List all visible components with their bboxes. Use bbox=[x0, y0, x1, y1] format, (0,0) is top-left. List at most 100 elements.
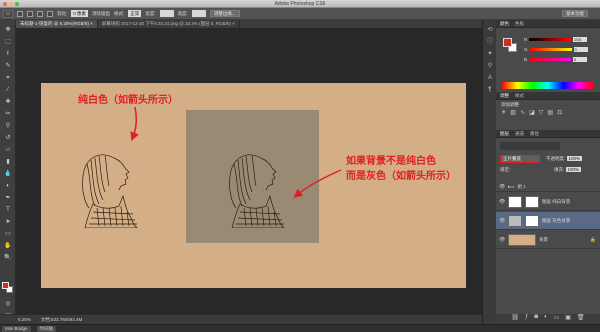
subtract-selection-icon[interactable] bbox=[37, 10, 43, 17]
foreground-color-swatch[interactable] bbox=[2, 282, 9, 289]
paragraph-panel-icon[interactable]: ¶ bbox=[486, 86, 494, 94]
clone-stamp-tool-icon[interactable]: ⚲ bbox=[3, 122, 13, 130]
clone-source-panel-icon[interactable]: ⚲ bbox=[486, 62, 494, 70]
document-canvas[interactable]: 纯白色（如箭头所示） 如果背景不是纯白色 而是灰色（如箭头所示） bbox=[41, 83, 466, 288]
add-selection-icon[interactable] bbox=[27, 10, 33, 17]
visibility-eye-icon[interactable]: 👁 bbox=[499, 199, 505, 205]
fill-control[interactable]: 填充: 100% bbox=[554, 167, 582, 173]
annotation-gray: 而是灰色（如箭头所示） bbox=[346, 171, 456, 182]
options-bar: ▭ 羽化: 0 像素 消除锯齿 样式: 正常 宽度: 高度: 调整边缘... bbox=[0, 8, 600, 20]
tab-mini-bridge[interactable]: Mini Bridge bbox=[2, 325, 31, 332]
quick-mask-icon[interactable]: ◎ bbox=[3, 300, 13, 308]
layer-filter[interactable] bbox=[500, 142, 560, 150]
opacity-control[interactable]: 不透明度: 100% bbox=[546, 156, 583, 162]
path-select-tool-icon[interactable]: ➤ bbox=[3, 218, 13, 226]
hand-tool-icon[interactable]: ✋ bbox=[3, 242, 13, 250]
app-title: Adobe Photoshop CS6 bbox=[274, 1, 326, 7]
tab-layers[interactable]: 图层 bbox=[500, 131, 509, 137]
vibrance-icon[interactable]: ▽ bbox=[539, 109, 544, 116]
levels-icon[interactable]: ▥ bbox=[510, 109, 516, 116]
eraser-tool-icon[interactable]: ▱ bbox=[3, 146, 13, 154]
color-panel-fg-swatch[interactable] bbox=[503, 38, 512, 47]
type-tool-icon[interactable]: T bbox=[3, 206, 13, 214]
layer-row-white[interactable]: 👁 图层 纯白背景 bbox=[496, 193, 600, 211]
style-select[interactable]: 正常 bbox=[128, 10, 142, 17]
exposure-icon[interactable]: ◪ bbox=[529, 109, 535, 116]
right-dock: 颜色 色板 R 255 G 0 B 0 调整 样式 添加调整 ☀ ▥ ∿ ◪ ▽… bbox=[496, 20, 600, 324]
green-slider[interactable] bbox=[529, 47, 572, 51]
visibility-eye-icon[interactable]: 👁 bbox=[499, 237, 505, 243]
layer-mask-thumbnail[interactable] bbox=[525, 195, 539, 208]
workspace: 纯白色（如箭头所示） 如果背景不是纯白色 而是灰色（如箭头所示） bbox=[16, 28, 482, 324]
arrow-to-gray bbox=[293, 169, 342, 198]
blend-mode-select[interactable]: 正片叠底 bbox=[500, 155, 540, 163]
new-adjustment-icon[interactable]: ◐ bbox=[544, 314, 548, 324]
blur-tool-icon[interactable]: 💧 bbox=[3, 170, 13, 178]
curves-icon[interactable]: ∿ bbox=[520, 109, 525, 116]
layer-thumbnail bbox=[508, 195, 522, 208]
new-group-icon[interactable]: ▭ bbox=[554, 314, 560, 324]
hue-saturation-icon[interactable]: ▤ bbox=[547, 109, 553, 116]
tab-channels[interactable]: 通道 bbox=[515, 131, 524, 137]
fx-icon[interactable]: ƒ bbox=[525, 314, 528, 324]
layers-panel: 正片叠底 不透明度: 100% 锁定: 填充: 100% 👁 ▸▭ 组 1 👁 … bbox=[496, 138, 600, 324]
feather-label: 羽化: bbox=[57, 10, 68, 16]
layer-row-group[interactable]: 👁 ▸▭ 组 1 bbox=[496, 182, 600, 192]
red-slider[interactable] bbox=[529, 37, 572, 41]
healing-brush-tool-icon[interactable]: ✚ bbox=[3, 98, 13, 106]
brush-tool-icon[interactable]: ✏ bbox=[3, 110, 13, 118]
tab-adjustments[interactable]: 调整 bbox=[500, 93, 509, 99]
marquee-tool-icon[interactable]: ⬚ bbox=[3, 38, 13, 46]
gradient-tool-icon[interactable]: ▮ bbox=[3, 158, 13, 166]
feather-input[interactable]: 0 像素 bbox=[71, 10, 89, 17]
layer-mask-thumbnail[interactable] bbox=[525, 214, 539, 227]
marquee-tool-preset-icon[interactable]: ▭ bbox=[3, 9, 13, 18]
new-selection-icon[interactable] bbox=[17, 10, 23, 17]
tab-styles[interactable]: 样式 bbox=[515, 93, 524, 99]
tab-paths[interactable]: 路径 bbox=[530, 131, 539, 137]
blue-value[interactable]: 0 bbox=[573, 56, 588, 62]
history-panel-icon[interactable]: ⟲ bbox=[486, 26, 494, 34]
properties-panel-icon[interactable]: ⓘ bbox=[486, 38, 494, 46]
workspace-switcher[interactable]: 基本功能 bbox=[562, 10, 588, 17]
eyedropper-tool-icon[interactable]: ⁄ bbox=[3, 86, 13, 94]
bottom-panel-bar: Mini Bridge 时间轴 bbox=[0, 324, 600, 332]
tab-document-2[interactable]: 屏幕快照 2017-12-30 下午9.33.24.png @ 33.3% (图… bbox=[98, 20, 240, 28]
color-balance-icon[interactable]: ⚖ bbox=[557, 109, 562, 116]
layer-row-background[interactable]: 👁 背景 🔒 bbox=[496, 231, 600, 249]
visibility-eye-icon[interactable]: 👁 bbox=[499, 184, 505, 190]
layer-name: 图层 灰色背景 bbox=[542, 217, 571, 223]
antialias-checkbox[interactable]: 消除锯齿 bbox=[92, 11, 110, 17]
tab-color[interactable]: 颜色 bbox=[500, 21, 509, 27]
refine-edge-button[interactable]: 调整边缘... bbox=[209, 10, 240, 17]
brush-panel-icon[interactable]: ✦ bbox=[486, 50, 494, 58]
pen-tool-icon[interactable]: ✒ bbox=[3, 194, 13, 202]
blue-slider[interactable] bbox=[529, 57, 572, 61]
brightness-icon[interactable]: ☀ bbox=[501, 109, 506, 116]
move-tool-icon[interactable]: ✥ bbox=[3, 26, 13, 34]
lasso-tool-icon[interactable]: ℓ bbox=[3, 50, 13, 58]
shape-tool-icon[interactable]: ▭ bbox=[3, 230, 13, 238]
intersect-selection-icon[interactable] bbox=[47, 10, 53, 17]
link-layers-icon[interactable]: ⛓ bbox=[511, 314, 519, 324]
green-value[interactable]: 0 bbox=[573, 46, 588, 52]
character-panel-icon[interactable]: A bbox=[486, 74, 494, 82]
visibility-eye-icon[interactable]: 👁 bbox=[499, 218, 505, 224]
layer-row-gray[interactable]: 👁 图层 灰色背景 bbox=[496, 212, 600, 230]
new-layer-icon[interactable]: ▣ bbox=[565, 314, 571, 324]
quick-select-tool-icon[interactable]: ✎ bbox=[3, 62, 13, 70]
trash-icon[interactable]: 🗑 bbox=[577, 314, 585, 324]
color-spectrum[interactable] bbox=[502, 82, 594, 89]
dodge-tool-icon[interactable]: ◐ bbox=[3, 182, 13, 190]
add-mask-icon[interactable]: ◙ bbox=[534, 314, 538, 324]
width-input[interactable] bbox=[159, 10, 174, 17]
zoom-level[interactable]: 6.25% bbox=[18, 317, 31, 322]
zoom-tool-icon[interactable]: 🔍 bbox=[3, 254, 13, 262]
crop-tool-icon[interactable]: ⌗ bbox=[3, 74, 13, 82]
tab-timeline[interactable]: 时间轴 bbox=[36, 325, 57, 332]
height-input[interactable] bbox=[191, 10, 206, 17]
red-value[interactable]: 255 bbox=[573, 36, 588, 42]
tab-swatches[interactable]: 色板 bbox=[515, 21, 524, 27]
history-brush-tool-icon[interactable]: ↺ bbox=[3, 134, 13, 142]
tab-document-1[interactable]: 未标题-1-恢复的 @ 6.25%(RGB/8) × bbox=[16, 20, 98, 28]
